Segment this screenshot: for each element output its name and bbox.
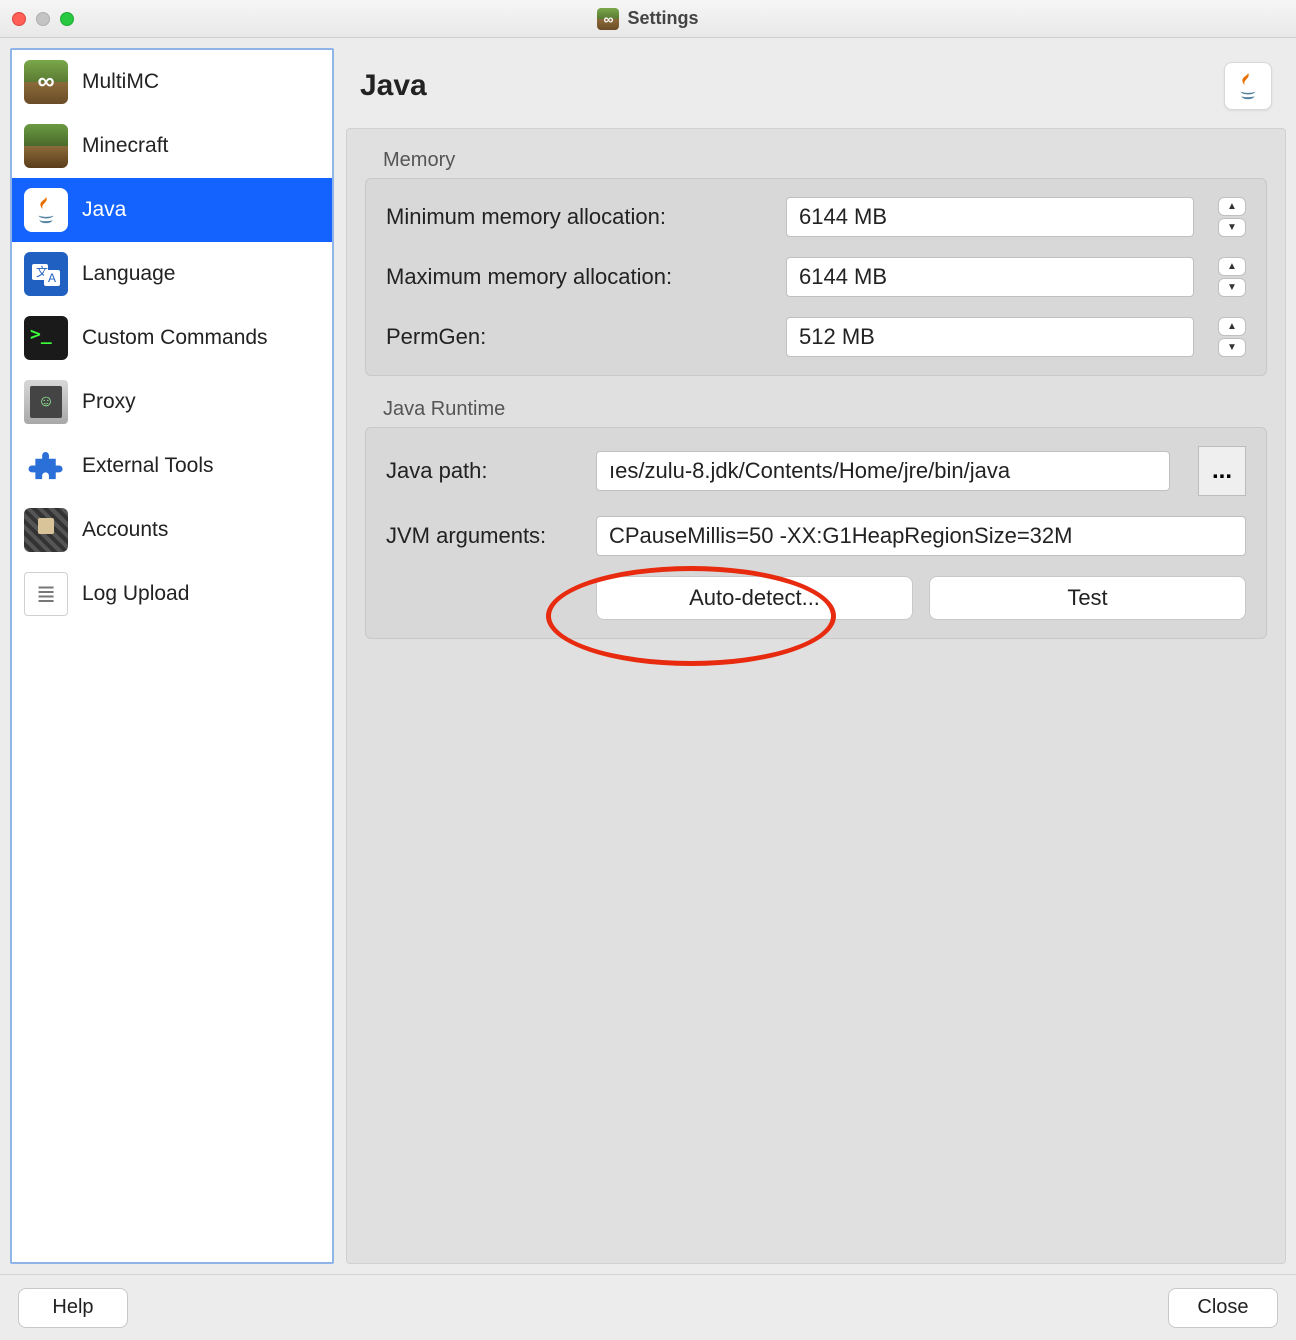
group-title: Memory [383,149,1267,172]
max-memory-label: Maximum memory allocation: [386,264,766,290]
sidebar-item-label: Proxy [82,390,136,414]
dialog-footer: Help Close [0,1274,1296,1340]
browse-button[interactable]: ... [1198,446,1246,496]
runtime-group: Java Runtime Java path: ıes/zulu-8.jdk/C… [365,398,1267,639]
sidebar-item-accounts[interactable]: Accounts [12,498,332,562]
sidebar-item-external-tools[interactable]: External Tools [12,434,332,498]
max-memory-stepper[interactable]: ▲ ▼ [1218,257,1246,297]
language-icon: 文A [24,252,68,296]
java-icon [24,188,68,232]
java-path-label: Java path: [386,458,576,484]
permgen-input[interactable]: 512 MB [786,317,1194,357]
proxy-icon [24,380,68,424]
max-memory-input[interactable]: 6144 MB [786,257,1194,297]
sidebar-item-label: Accounts [82,518,168,542]
sidebar-item-label: Minecraft [82,134,168,158]
permgen-label: PermGen: [386,324,766,350]
page-title: Java [360,69,427,103]
auto-detect-button[interactable]: Auto-detect... [596,576,913,620]
java-badge-icon [1224,62,1272,110]
min-memory-label: Minimum memory allocation: [386,204,766,230]
sidebar-item-label: Log Upload [82,582,189,606]
test-button[interactable]: Test [929,576,1246,620]
sidebar-item-minecraft[interactable]: Minecraft [12,114,332,178]
sidebar-item-label: Java [82,198,126,222]
group-title: Java Runtime [383,398,1267,421]
jvm-args-input[interactable]: CPauseMillis=50 -XX:G1HeapRegionSize=32M [596,516,1246,556]
sidebar-item-label: Custom Commands [82,326,268,350]
chevron-up-icon[interactable]: ▲ [1218,197,1246,216]
sidebar-item-label: External Tools [82,454,214,478]
chevron-down-icon[interactable]: ▼ [1218,278,1246,297]
jvm-args-label: JVM arguments: [386,523,576,549]
accounts-icon [24,508,68,552]
permgen-stepper[interactable]: ▲ ▼ [1218,317,1246,357]
sidebar-item-label: Language [82,262,175,286]
sidebar-item-multimc[interactable]: MultiMC [12,50,332,114]
main-pane: Java Memory Minimum memory allocation: 6… [346,48,1286,1264]
app-icon [597,8,619,30]
puzzle-icon [24,444,68,488]
terminal-icon [24,316,68,360]
chevron-up-icon[interactable]: ▲ [1218,317,1246,336]
sidebar-item-custom-commands[interactable]: Custom Commands [12,306,332,370]
minimize-window-icon[interactable] [36,12,50,26]
settings-sidebar: MultiMC Minecraft Java 文A Language Custo… [10,48,334,1264]
sidebar-item-label: MultiMC [82,70,159,94]
window-controls [12,12,74,26]
titlebar: Settings [0,0,1296,38]
chevron-up-icon[interactable]: ▲ [1218,257,1246,276]
sidebar-item-java[interactable]: Java [12,178,332,242]
log-icon [24,572,68,616]
help-button[interactable]: Help [18,1288,128,1328]
sidebar-item-log-upload[interactable]: Log Upload [12,562,332,626]
chevron-down-icon[interactable]: ▼ [1218,338,1246,357]
java-path-input[interactable]: ıes/zulu-8.jdk/Contents/Home/jre/bin/jav… [596,451,1170,491]
min-memory-stepper[interactable]: ▲ ▼ [1218,197,1246,237]
sidebar-item-language[interactable]: 文A Language [12,242,332,306]
zoom-window-icon[interactable] [60,12,74,26]
memory-group: Memory Minimum memory allocation: 6144 M… [365,149,1267,376]
multimc-icon [24,60,68,104]
close-button[interactable]: Close [1168,1288,1278,1328]
svg-text:A: A [48,271,56,285]
close-window-icon[interactable] [12,12,26,26]
min-memory-input[interactable]: 6144 MB [786,197,1194,237]
window-title: Settings [627,8,698,29]
minecraft-icon [24,124,68,168]
sidebar-item-proxy[interactable]: Proxy [12,370,332,434]
chevron-down-icon[interactable]: ▼ [1218,218,1246,237]
